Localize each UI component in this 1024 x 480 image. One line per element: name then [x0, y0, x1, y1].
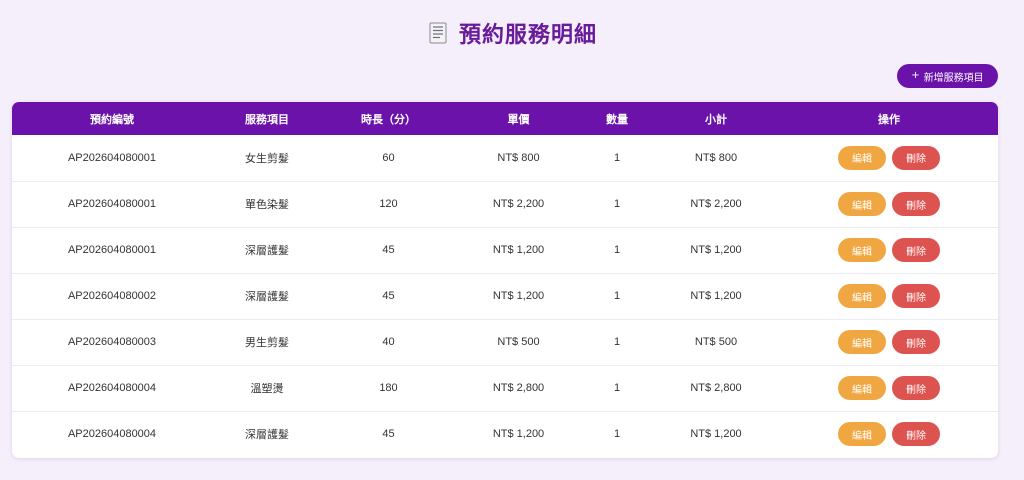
table-row: AP202604080004 溫塑燙 180 NT$ 2,800 1 NT$ 2… — [12, 365, 998, 411]
cell-actions: 編輯 刪除 — [780, 135, 998, 181]
header-quantity: 數量 — [606, 112, 628, 126]
header-unit-price: 單價 — [507, 112, 530, 126]
booking-details-page: 預約服務明細 + 新增服務項目 預約編號 服務項目 時長（分） 單價 數量 小計… — [0, 0, 1024, 480]
cell-booking-id: AP202604080001 — [67, 244, 157, 256]
cell-duration: 120 — [379, 198, 398, 210]
cell-duration: 45 — [382, 428, 395, 441]
edit-button[interactable]: 編輯 — [838, 192, 886, 216]
cell-unit-price: NT$ 500 — [497, 336, 540, 348]
cell-duration: 180 — [379, 382, 398, 394]
cell-actions: 編輯 刪除 — [780, 273, 998, 319]
edit-button[interactable]: 編輯 — [838, 376, 886, 400]
cell-duration: 60 — [382, 151, 395, 164]
cell-subtotal: NT$ 1,200 — [690, 290, 742, 302]
cell-subtotal: NT$ 500 — [694, 336, 738, 348]
table-header-row: 預約編號 服務項目 時長（分） 單價 數量 小計 操作 — [12, 102, 998, 135]
service-table-card: 預約編號 服務項目 時長（分） 單價 數量 小計 操作 AP2026040800… — [12, 102, 998, 458]
cell-actions: 編輯 刪除 — [780, 319, 998, 365]
cell-quantity: 1 — [613, 290, 621, 302]
cell-duration: 45 — [382, 290, 395, 302]
cell-duration: 40 — [382, 336, 395, 348]
cell-actions: 編輯 刪除 — [780, 181, 998, 227]
cell-quantity: 1 — [613, 198, 621, 210]
add-service-button[interactable]: + 新增服務項目 — [897, 64, 998, 88]
edit-button[interactable]: 編輯 — [838, 330, 886, 354]
edit-button[interactable]: 編輯 — [838, 145, 886, 170]
cell-service: 男生剪髮 — [245, 336, 289, 349]
cell-actions: 編輯 刪除 — [780, 227, 998, 273]
cell-booking-id: AP202604080004 — [67, 428, 157, 441]
header-service: 服務項目 — [245, 112, 289, 126]
cell-booking-id: AP202604080001 — [67, 198, 157, 210]
cell-quantity: 1 — [613, 382, 621, 394]
delete-button[interactable]: 刪除 — [892, 192, 940, 216]
cell-quantity: 1 — [613, 244, 621, 256]
cell-duration: 45 — [382, 244, 395, 256]
cell-booking-id: AP202604080003 — [67, 336, 157, 348]
table-row: AP202604080001 深層護髮 45 NT$ 1,200 1 NT$ 1… — [12, 227, 998, 273]
cell-subtotal: NT$ 1,200 — [690, 244, 742, 256]
table-row: AP202604080001 單色染髮 120 NT$ 2,200 1 NT$ … — [12, 181, 998, 227]
cell-subtotal: NT$ 1,200 — [690, 428, 742, 441]
page-title: 預約服務明細 — [458, 23, 597, 48]
cell-unit-price: NT$ 2,200 — [492, 198, 545, 210]
table-row: AP202604080004 深層護髮 45 NT$ 1,200 1 NT$ 1… — [12, 411, 998, 457]
cell-service: 深層護髮 — [245, 428, 289, 442]
header-subtotal: 小計 — [705, 112, 727, 126]
cell-booking-id: AP202604080001 — [67, 151, 157, 164]
cell-booking-id: AP202604080004 — [67, 382, 157, 394]
add-service-label: 新增服務項目 — [923, 72, 984, 84]
cell-quantity: 1 — [613, 151, 621, 164]
cell-unit-price: NT$ 1,200 — [492, 290, 545, 302]
delete-button[interactable]: 刪除 — [892, 238, 940, 262]
table-row: AP202604080001 女生剪髮 60 NT$ 800 1 NT$ 800… — [12, 135, 998, 181]
plus-icon: + — [911, 70, 920, 81]
header-actions: 操作 — [878, 112, 900, 126]
delete-button[interactable]: 刪除 — [892, 145, 940, 170]
cell-subtotal: NT$ 2,800 — [690, 382, 742, 394]
cell-booking-id: AP202604080002 — [67, 290, 157, 302]
cell-actions: 編輯 刪除 — [780, 365, 998, 411]
cell-quantity: 1 — [613, 336, 621, 348]
header-booking-id: 預約編號 — [90, 112, 134, 126]
cell-unit-price: NT$ 2,800 — [492, 382, 545, 394]
cell-service: 單色染髮 — [245, 198, 289, 211]
page-header: 預約服務明細 — [0, 16, 1024, 50]
receipt-icon — [427, 20, 449, 46]
delete-button[interactable]: 刪除 — [892, 284, 940, 308]
header-duration: 時長（分） — [361, 112, 416, 126]
service-table: 預約編號 服務項目 時長（分） 單價 數量 小計 操作 AP2026040800… — [12, 102, 998, 457]
cell-subtotal: NT$ 2,200 — [690, 198, 742, 210]
cell-quantity: 1 — [613, 428, 621, 441]
cell-service: 溫塑燙 — [250, 382, 284, 395]
table-row: AP202604080002 深層護髮 45 NT$ 1,200 1 NT$ 1… — [12, 273, 998, 319]
delete-button[interactable]: 刪除 — [892, 330, 940, 354]
cell-service: 女生剪髮 — [245, 151, 289, 165]
cell-service: 深層護髮 — [245, 244, 289, 257]
cell-unit-price: NT$ 1,200 — [492, 428, 545, 441]
cell-actions: 編輯 刪除 — [780, 411, 998, 457]
delete-button[interactable]: 刪除 — [892, 376, 940, 400]
edit-button[interactable]: 編輯 — [838, 284, 886, 308]
delete-button[interactable]: 刪除 — [892, 422, 940, 447]
cell-service: 深層護髮 — [245, 290, 289, 303]
cell-unit-price: NT$ 1,200 — [492, 244, 545, 256]
edit-button[interactable]: 編輯 — [838, 422, 886, 447]
cell-unit-price: NT$ 800 — [497, 151, 540, 164]
table-row: AP202604080003 男生剪髮 40 NT$ 500 1 NT$ 500… — [12, 319, 998, 365]
cell-subtotal: NT$ 800 — [694, 151, 738, 164]
edit-button[interactable]: 編輯 — [838, 238, 886, 262]
